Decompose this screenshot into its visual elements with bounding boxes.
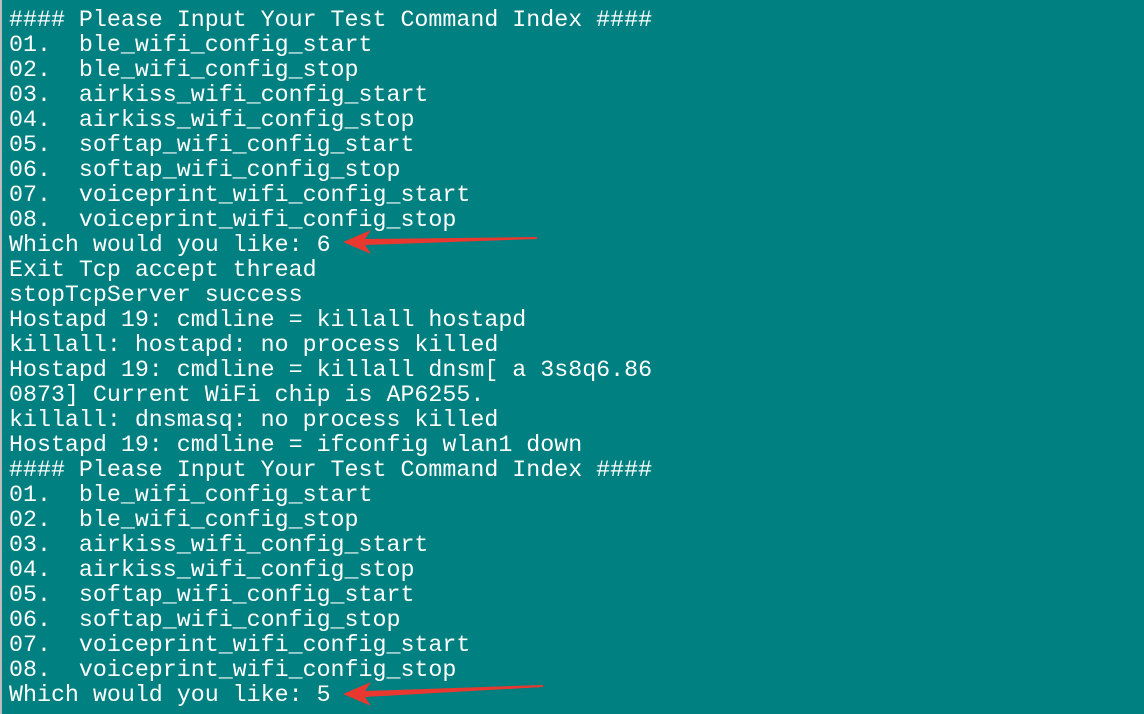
menu-option-line: 08. voiceprint_wifi_config_stop <box>9 207 457 233</box>
menu-option-line: 01. ble_wifi_config_start <box>9 32 373 58</box>
prompt-header-line: #### Please Input Your Test Command Inde… <box>9 7 653 33</box>
log-output-line: killall: dnsmasq: no process killed <box>9 407 499 433</box>
log-output-line: 0873] Current WiFi chip is AP6255. <box>9 382 485 408</box>
user-choice-line: Which would you like: 6 <box>9 232 331 258</box>
log-output-line: Hostapd 19: cmdline = ifconfig wlan1 dow… <box>9 432 583 458</box>
log-output-line: Hostapd 19: cmdline = killall hostapd <box>9 307 527 333</box>
menu-option-line: 04. airkiss_wifi_config_stop <box>9 107 415 133</box>
terminal-window[interactable]: #### Please Input Your Test Command Inde… <box>0 0 1144 714</box>
menu-option-line: 03. airkiss_wifi_config_start <box>9 532 429 558</box>
menu-option-line: 04. airkiss_wifi_config_stop <box>9 557 415 583</box>
prompt-header-line: #### Please Input Your Test Command Inde… <box>9 457 653 483</box>
log-output-line: Hostapd 19: cmdline = killall dnsm[ a 3s… <box>9 357 653 383</box>
menu-option-line: 06. softap_wifi_config_stop <box>9 157 401 183</box>
menu-option-line: 06. softap_wifi_config_stop <box>9 607 401 633</box>
menu-option-line: 07. voiceprint_wifi_config_start <box>9 182 471 208</box>
menu-option-line: 08. voiceprint_wifi_config_stop <box>9 657 457 683</box>
menu-option-line: 07. voiceprint_wifi_config_start <box>9 632 471 658</box>
menu-option-line: 03. airkiss_wifi_config_start <box>9 82 429 108</box>
log-output-line: killall: hostapd: no process killed <box>9 332 499 358</box>
menu-option-line: 02. ble_wifi_config_stop <box>9 507 359 533</box>
log-output-line: Exit Tcp accept thread <box>9 257 317 283</box>
menu-option-line: 05. softap_wifi_config_start <box>9 582 415 608</box>
menu-option-line: 05. softap_wifi_config_start <box>9 132 415 158</box>
log-output-line: stopTcpServer success <box>9 282 303 308</box>
user-choice-line: Which would you like: 5 <box>9 682 331 708</box>
menu-option-line: 01. ble_wifi_config_start <box>9 482 373 508</box>
menu-option-line: 02. ble_wifi_config_stop <box>9 57 359 83</box>
